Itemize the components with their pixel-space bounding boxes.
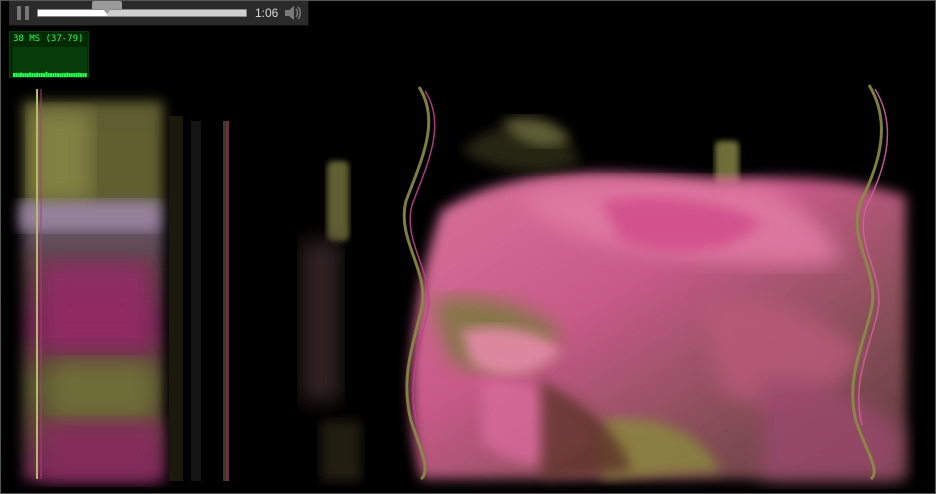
frame-time-bar [70, 73, 73, 77]
frame-time-bar [38, 73, 41, 77]
frame-time-bar [19, 72, 22, 77]
frame-time-bar [68, 73, 71, 77]
frame-time-bar [43, 73, 46, 77]
seek-handle[interactable] [91, 1, 122, 14]
left-strip [19, 89, 229, 481]
frame-time-bar [31, 73, 34, 77]
frame-time-bar [82, 73, 85, 77]
frame-time-bar [45, 71, 48, 77]
pause-icon [17, 6, 21, 20]
frame-time-bar [75, 72, 78, 77]
frame-time-bar [40, 72, 43, 77]
frame-time-label: 38 MS (37-79) [13, 34, 84, 44]
frame-time-graph [13, 47, 87, 77]
pause-icon-bar [25, 6, 29, 20]
speaker-icon [285, 6, 301, 20]
frame-time-bar [61, 72, 64, 77]
frame-time-bar [17, 73, 20, 77]
frame-time-bar [24, 72, 27, 77]
time-display: 1:06 [255, 6, 279, 20]
pause-button[interactable] [15, 5, 31, 21]
stats-panel: 38 MS (37-79) [9, 31, 89, 78]
frame-time-bar [54, 72, 57, 77]
video-player-window: 1:06 38 MS (37-79) [0, 0, 936, 494]
frame-time-bar [15, 72, 18, 77]
frame-time-bar [50, 73, 53, 77]
frame-time-bar [84, 73, 87, 77]
volume-button[interactable] [283, 4, 303, 22]
frame-time-bar [66, 72, 69, 77]
seek-bar[interactable] [37, 1, 247, 17]
frame-time-bar [73, 73, 76, 77]
video-frame [1, 1, 935, 493]
frame-time-bar [59, 73, 62, 77]
video-canvas[interactable] [1, 1, 935, 493]
frame-time-bar [13, 73, 16, 77]
frame-time-bar [47, 73, 50, 77]
frame-time-bar [22, 73, 25, 77]
frame-time-bar [80, 73, 83, 77]
player-control-bar: 1:06 [9, 1, 309, 26]
frame-time-bar [33, 73, 36, 77]
frame-time-bar [63, 73, 66, 77]
frame-time-bar [52, 73, 55, 77]
frame-time-bar [77, 72, 80, 77]
seek-bar-played [38, 10, 107, 16]
frame-time-bar [26, 73, 29, 77]
frame-time-bar [56, 73, 59, 77]
frame-time-bar [29, 72, 32, 77]
frame-time-bar [36, 72, 39, 77]
